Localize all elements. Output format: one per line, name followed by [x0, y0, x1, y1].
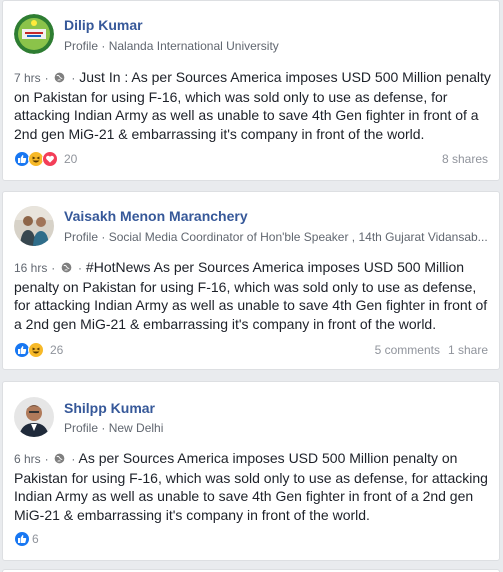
profile-label: Profile [64, 230, 99, 244]
avatar[interactable] [14, 206, 54, 246]
love-icon [42, 151, 58, 167]
post-card: Shilpp Kumar Profile · New Delhi 6 hrs ·… [2, 381, 500, 561]
reactions-bar[interactable]: 6 [14, 530, 39, 548]
haha-icon [28, 342, 44, 358]
separator: · [71, 452, 76, 466]
reaction-count[interactable]: 20 [64, 152, 77, 166]
post-text: Just In : As per Sources America imposes… [14, 69, 491, 142]
separator: · [44, 71, 49, 85]
separator: · [44, 452, 49, 466]
post-time[interactable]: 7 hrs [14, 71, 41, 85]
post-text: As per Sources America imposes USD 500 M… [14, 450, 488, 523]
subtitle-text[interactable]: Nalanda International University [109, 39, 279, 53]
like-icon [14, 531, 30, 547]
separator: · [78, 261, 83, 275]
profile-label: Profile [64, 421, 99, 435]
globe-icon [55, 453, 65, 464]
author-name[interactable]: Vaisakh Menon Maranchery [64, 208, 248, 224]
post-body: 16 hrs · · #HotNews As per Sources Ameri… [14, 258, 494, 333]
separator: · [51, 261, 56, 275]
separator: · [101, 230, 106, 244]
post-body: 6 hrs · · As per Sources America imposes… [14, 449, 494, 524]
separator: · [71, 71, 76, 85]
author-name[interactable]: Shilpp Kumar [64, 400, 155, 416]
subtitle-text[interactable]: Social Media Coordinator of Hon'ble Spea… [109, 230, 488, 244]
reaction-count[interactable]: 6 [32, 532, 39, 546]
post-card: Dilip Kumar Profile · Nalanda Internatio… [2, 0, 500, 181]
post-time[interactable]: 16 hrs [14, 261, 47, 275]
share-count[interactable]: 1 share [448, 343, 488, 357]
avatar[interactable] [14, 14, 54, 54]
share-count[interactable]: 8 shares [442, 152, 488, 166]
post-stats: 8 shares [442, 152, 488, 166]
globe-icon [55, 72, 65, 83]
separator: · [101, 39, 106, 53]
post-card: Vaisakh Menon Maranchery Profile · Socia… [2, 191, 500, 370]
reaction-count[interactable]: 26 [50, 343, 63, 357]
comment-count[interactable]: 5 comments [375, 343, 440, 357]
profile-label: Profile [64, 39, 99, 53]
reactions-bar[interactable]: 26 [14, 341, 63, 359]
author-subtitle: Profile · Social Media Coordinator of Ho… [64, 230, 488, 244]
post-time[interactable]: 6 hrs [14, 452, 41, 466]
post-text: #HotNews As per Sources America imposes … [14, 259, 488, 332]
avatar[interactable] [14, 397, 54, 437]
separator: · [101, 421, 106, 435]
globe-icon [61, 262, 72, 273]
reactions-bar[interactable]: 20 [14, 150, 77, 168]
post-body: 7 hrs · · Just In : As per Sources Ameri… [14, 68, 494, 143]
author-subtitle: Profile · Nalanda International Universi… [64, 39, 279, 53]
author-subtitle: Profile · New Delhi [64, 421, 163, 435]
post-stats: 5 comments 1 share [375, 343, 488, 357]
author-name[interactable]: Dilip Kumar [64, 17, 143, 33]
subtitle-text[interactable]: New Delhi [109, 421, 164, 435]
